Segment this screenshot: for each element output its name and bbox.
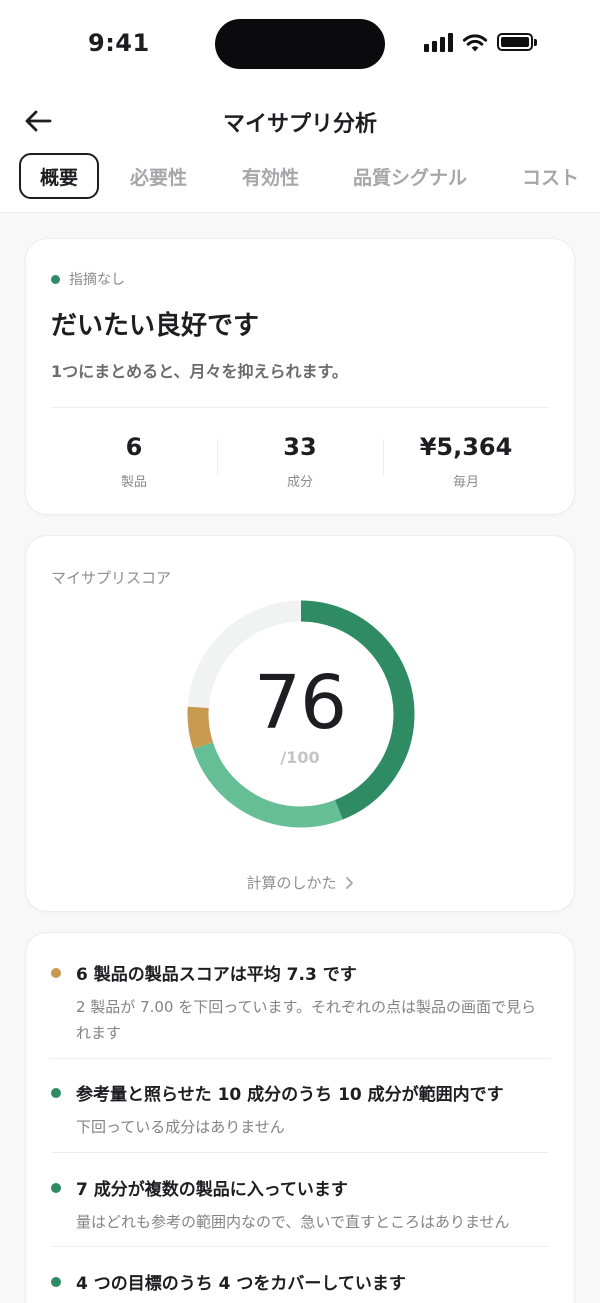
finding-dot	[51, 967, 61, 978]
stat-label: 毎月	[452, 475, 479, 490]
finding-title: 参考量と照らせた 10 成分のうち 10 成分が範囲内です	[76, 1085, 504, 1105]
stat-value: 6	[125, 433, 143, 461]
finding-description: 量はどれも参考の範囲内なので、急いで直すところはありません	[76, 1213, 510, 1231]
finding-item: 参考量と照らせた 10 成分のうち 10 成分が範囲内です 下回っている成分はあ…	[51, 1080, 549, 1140]
status-label: 指摘なし	[69, 272, 125, 288]
summary-card: 指摘なし だいたい良好です 1つにまとめると、月々を抑えられます。 6 製品 3…	[25, 238, 575, 515]
how-calculated-label: 計算のしかた	[246, 874, 337, 892]
dynamic-island	[215, 19, 385, 69]
stat-ingredients: 33 成分	[217, 421, 383, 496]
finding-title: 7 成分が複数の製品に入っています	[76, 1180, 348, 1200]
finding-divider	[51, 1058, 549, 1059]
finding-head: 4 つの目標のうち 4 つをカバーしています	[51, 1269, 549, 1294]
divider	[51, 407, 549, 408]
finding-item: 6 製品の製品スコアは平均 7.3 です 2 製品が 7.00 を下回っています…	[51, 960, 549, 1046]
status-bar: 9:41	[0, 0, 600, 90]
tab-quality-signals[interactable]: 品質シグナル	[353, 153, 467, 199]
findings-card: 6 製品の製品スコアは平均 7.3 です 2 製品が 7.00 を下回っています…	[25, 932, 575, 1303]
nav-header: マイサプリ分析 概要 必要性 有効性 品質シグナル コスト	[0, 90, 600, 213]
finding-title: 4 つの目標のうち 4 つをカバーしています	[76, 1274, 406, 1294]
battery-icon	[497, 33, 537, 51]
finding-divider	[51, 1152, 549, 1153]
finding-title: 6 製品の製品スコアは平均 7.3 です	[76, 965, 357, 985]
finding-head: 6 製品の製品スコアは平均 7.3 です	[51, 960, 549, 985]
tab-cost[interactable]: コスト	[522, 153, 579, 199]
finding-dot	[51, 1276, 61, 1287]
finding-description: 下回っている成分はありません	[76, 1118, 285, 1136]
finding-item: 4 つの目標のうち 4 つをカバーしています	[51, 1269, 549, 1303]
stat-monthly-cost: ¥5,364 毎月	[383, 421, 549, 496]
tab-effectiveness[interactable]: 有効性	[242, 153, 299, 199]
status-icons	[424, 32, 537, 52]
cellular-signal-icon	[424, 32, 453, 52]
finding-head: 7 成分が複数の製品に入っています	[51, 1175, 549, 1200]
status-dot	[51, 274, 60, 284]
wifi-icon	[462, 34, 488, 52]
score-card: マイサプリスコア 76 /100 計算のしかた	[25, 535, 575, 912]
verdict-title: だいたい良好です	[51, 311, 260, 341]
app-screen: 9:41 マイサプリ分析 概要 必要性 有効性 品質シグナル コスト 指摘なし …	[0, 0, 600, 1303]
finding-dot	[51, 1087, 61, 1098]
tab-necessity[interactable]: 必要性	[130, 153, 187, 199]
status-row: 指摘なし	[51, 269, 125, 289]
stat-products: 6 製品	[51, 421, 217, 496]
score-caption: マイサプリスコア	[51, 569, 172, 587]
tab-bar: 概要 必要性 有効性 品質シグナル コスト	[19, 153, 579, 199]
finding-head: 参考量と照らせた 10 成分のうち 10 成分が範囲内です	[51, 1080, 549, 1105]
stat-label: 製品	[120, 475, 147, 490]
score-value: 76	[253, 660, 347, 746]
finding-dot	[51, 1182, 61, 1193]
finding-description: 2 製品が 7.00 を下回っています。それぞれの点は製品の画面で見られます	[76, 998, 536, 1042]
score-max: /100	[280, 748, 320, 767]
stat-value: 33	[283, 433, 317, 461]
finding-item: 7 成分が複数の製品に入っています 量はどれも参考の範囲内なので、急いで直すとこ…	[51, 1175, 549, 1235]
tab-overview[interactable]: 概要	[19, 153, 99, 199]
chevron-right-icon	[345, 876, 353, 889]
status-time: 9:41	[88, 29, 150, 57]
stats-row: 6 製品 33 成分 ¥5,364 毎月	[51, 421, 549, 496]
stat-value: ¥5,364	[419, 433, 513, 461]
stat-label: 成分	[286, 475, 313, 490]
finding-divider	[51, 1246, 549, 1247]
page-title: マイサプリ分析	[222, 112, 377, 137]
how-calculated-link[interactable]: 計算のしかた	[26, 872, 574, 893]
verdict-description: 1つにまとめると、月々を抑えられます。	[51, 362, 348, 381]
